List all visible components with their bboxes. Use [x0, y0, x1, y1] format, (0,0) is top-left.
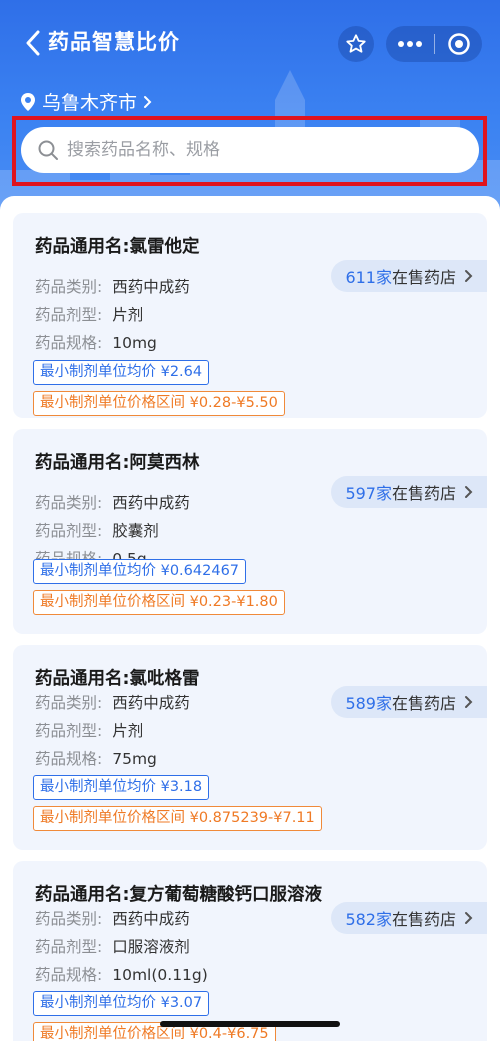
search-icon — [37, 139, 59, 161]
store-count-button[interactable]: 611家 在售药店 — [331, 260, 487, 292]
store-suffix: 在售药店 — [391, 694, 456, 713]
price-range-tag: 最小制剂单位价格区间 ¥0.28-¥5.50 — [33, 391, 285, 416]
chevron-right-icon — [464, 695, 473, 709]
drug-category: 西药中成药 — [112, 694, 190, 712]
drug-form: 片剂 — [112, 306, 144, 324]
drug-spec-row: 药品规格: 10ml(0.11g) — [35, 963, 208, 985]
avg-price-tag: 最小制剂单位均价 ¥3.07 — [33, 991, 210, 1016]
label-spec: 药品规格: — [35, 966, 103, 984]
store-count-button[interactable]: 582家 在售药店 — [331, 902, 487, 934]
label-category: 药品类别: — [35, 494, 103, 512]
store-count: 582家 — [345, 910, 392, 929]
label-form: 药品剂型: — [35, 722, 103, 740]
city-name: 乌鲁木齐市 — [42, 92, 138, 114]
drug-category: 西药中成药 — [112, 910, 190, 928]
drug-name: 药品通用名:氯雷他定 — [35, 237, 200, 257]
label-spec: 药品规格: — [35, 750, 103, 768]
avg-price-tag: 最小制剂单位均价 ¥2.64 — [33, 360, 210, 385]
drug-category-row: 药品类别: 西药中成药 — [35, 691, 190, 713]
label-category: 药品类别: — [35, 278, 103, 296]
store-count: 597家 — [345, 484, 392, 503]
star-icon — [346, 34, 366, 53]
search-bar[interactable] — [21, 127, 479, 173]
price-range-tag: 最小制剂单位价格区间 ¥0.875239-¥7.11 — [33, 806, 322, 831]
avg-price-tag: 最小制剂单位均价 ¥3.18 — [33, 775, 210, 800]
navigation-bar: 药品智慧比价 — [0, 18, 500, 70]
city-selector[interactable]: 乌鲁木齐市 — [20, 88, 152, 115]
drug-category: 西药中成药 — [112, 494, 190, 512]
drug-card[interactable]: 药品通用名:氯雷他定 药品类别: 西药中成药 药品剂型: 片剂 药品规格: 10mg … — [13, 213, 487, 418]
store-count-button[interactable]: 597家 在售药店 — [331, 476, 487, 508]
label-form: 药品剂型: — [35, 306, 103, 324]
label-category: 药品类别: — [35, 694, 103, 712]
drug-form: 胶囊剂 — [112, 522, 159, 540]
avg-price-tag: 最小制剂单位均价 ¥0.642467 — [33, 559, 247, 584]
chevron-right-icon — [464, 269, 473, 283]
label-spec: 药品规格: — [35, 334, 103, 352]
drug-category: 西药中成药 — [112, 278, 190, 296]
store-count: 589家 — [345, 694, 392, 713]
store-count: 611家 — [345, 268, 392, 287]
label-form: 药品剂型: — [35, 938, 103, 956]
drug-card[interactable]: 药品通用名:复方葡萄糖酸钙口服溶液 药品类别: 西药中成药 药品剂型: 口服溶液剂 … — [13, 861, 487, 1041]
chevron-right-icon — [464, 485, 473, 499]
drug-name: 药品通用名:复方葡萄糖酸钙口服溶液 — [35, 885, 322, 905]
drug-category-row: 药品类别: 西药中成药 — [35, 907, 190, 929]
label-form: 药品剂型: — [35, 522, 103, 540]
back-button[interactable] — [18, 28, 48, 58]
home-indicator[interactable] — [160, 1021, 340, 1027]
more-button[interactable] — [386, 26, 434, 62]
drug-form-row: 药品剂型: 片剂 — [35, 303, 143, 325]
store-suffix: 在售药店 — [391, 268, 456, 287]
store-suffix: 在售药店 — [391, 910, 456, 929]
drug-category-row: 药品类别: 西药中成药 — [35, 275, 190, 297]
drug-category-row: 药品类别: 西药中成药 — [35, 491, 190, 513]
more-dots-icon — [398, 41, 422, 47]
drug-card[interactable]: 药品通用名:氯吡格雷 药品类别: 西药中成药 药品剂型: 片剂 药品规格: 75mg … — [13, 645, 487, 850]
drug-form-row: 药品剂型: 口服溶液剂 — [35, 935, 190, 957]
favorite-button[interactable] — [338, 26, 374, 62]
label-category: 药品类别: — [35, 910, 103, 928]
store-suffix: 在售药店 — [391, 484, 456, 503]
drug-form-row: 药品剂型: 胶囊剂 — [35, 519, 159, 541]
drug-card[interactable]: 药品通用名:阿莫西林 药品类别:西药中成药 药品剂型:胶囊剂 药品规格:0.5g… — [13, 429, 487, 634]
location-pin-icon — [20, 92, 36, 112]
close-miniprogram-button[interactable] — [435, 26, 482, 62]
drug-spec-row: 药品规格: 10mg — [35, 331, 157, 353]
drug-list: 药品通用名:氯雷他定 药品类别: 西药中成药 药品剂型: 片剂 药品规格: 10mg … — [0, 196, 500, 1041]
drug-form-row: 药品剂型: 片剂 — [35, 719, 143, 741]
drug-spec: 10ml(0.11g) — [112, 966, 208, 984]
page-title: 药品智慧比价 — [48, 30, 180, 54]
target-circle-icon — [447, 33, 470, 55]
drug-name: 药品通用名:阿莫西林 — [35, 453, 200, 473]
drug-spec-row: 药品规格: 75mg — [35, 747, 157, 769]
chevron-right-icon — [464, 911, 473, 925]
drug-name: 药品通用名:氯吡格雷 — [35, 669, 200, 689]
drug-spec: 75mg — [112, 750, 157, 768]
price-range-tag: 最小制剂单位价格区间 ¥0.23-¥1.80 — [33, 590, 285, 615]
drug-form: 口服溶液剂 — [112, 938, 190, 956]
search-input[interactable] — [67, 140, 447, 160]
drug-form: 片剂 — [112, 722, 144, 740]
drug-spec: 10mg — [112, 334, 157, 352]
chevron-left-icon — [26, 30, 40, 56]
miniprogram-capsule — [386, 26, 482, 62]
store-count-button[interactable]: 589家 在售药店 — [331, 686, 487, 718]
chevron-right-icon — [143, 95, 152, 109]
